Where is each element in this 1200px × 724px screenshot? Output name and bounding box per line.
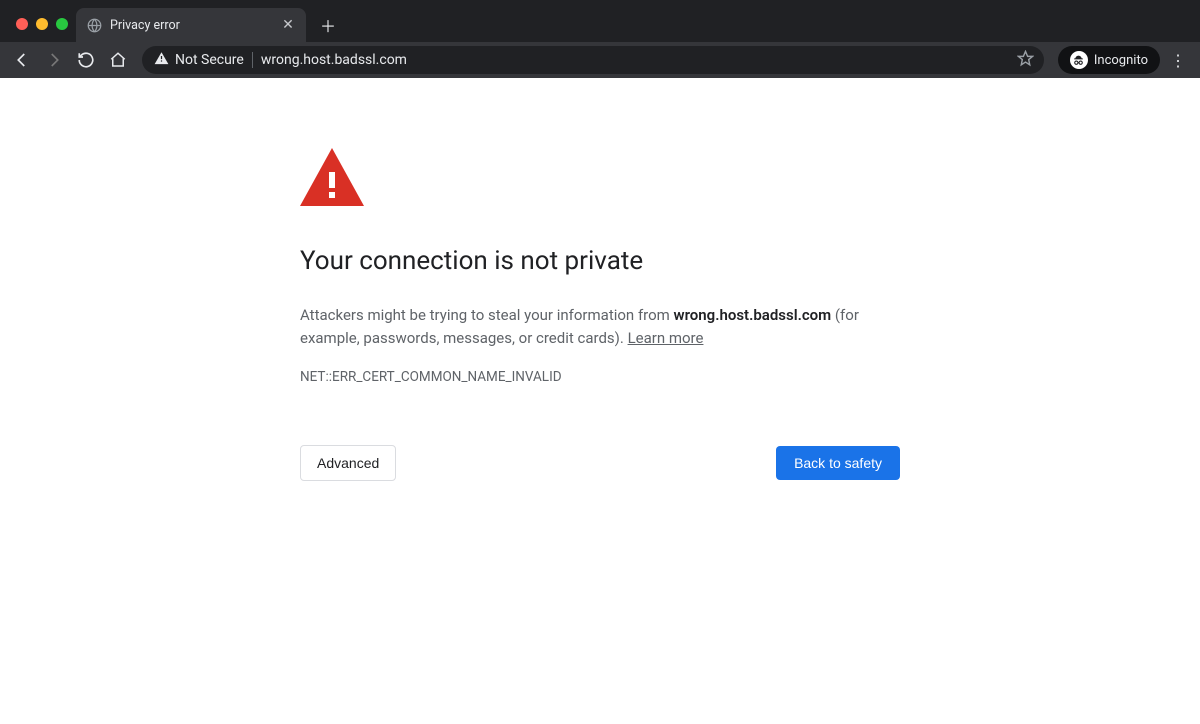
window-controls [8,18,76,42]
address-bar[interactable]: Not Secure wrong.host.badssl.com [142,46,1044,74]
new-tab-button[interactable]: ＋ [314,11,342,39]
incognito-label: Incognito [1094,53,1148,68]
tabstrip: Privacy error ✕ ＋ [0,0,1200,42]
incognito-icon [1070,51,1088,69]
window-minimize-button[interactable] [36,18,48,30]
advanced-button[interactable]: Advanced [300,445,396,481]
security-indicator[interactable]: Not Secure [154,51,244,70]
page-content: Your connection is not private Attackers… [0,78,1200,481]
incognito-indicator[interactable]: Incognito [1058,46,1160,74]
warning-body: Attackers might be trying to steal your … [300,304,900,351]
learn-more-link[interactable]: Learn more [628,329,704,347]
back-button[interactable] [8,46,36,74]
url-text: wrong.host.badssl.com [261,52,1009,68]
forward-button[interactable] [40,46,68,74]
not-secure-label: Not Secure [175,52,244,68]
ssl-warning-icon [300,148,900,210]
home-button[interactable] [104,46,132,74]
button-row: Advanced Back to safety [300,445,900,481]
browser-tab[interactable]: Privacy error ✕ [76,8,306,42]
back-to-safety-button[interactable]: Back to safety [776,446,900,480]
omnibox-separator [252,52,253,68]
window-zoom-button[interactable] [56,18,68,30]
browser-menu-button[interactable]: ⋮ [1164,51,1192,70]
window-close-button[interactable] [16,18,28,30]
warning-headline: Your connection is not private [300,246,900,276]
warning-body-host: wrong.host.badssl.com [674,306,832,324]
tab-title: Privacy error [110,18,272,33]
error-code: NET::ERR_CERT_COMMON_NAME_INVALID [300,369,900,385]
globe-icon [86,17,102,33]
warning-triangle-icon [154,51,169,70]
warning-body-prefix: Attackers might be trying to steal your … [300,306,674,324]
toolbar: Not Secure wrong.host.badssl.com Incogni… [0,42,1200,78]
reload-button[interactable] [72,46,100,74]
browser-chrome: Privacy error ✕ ＋ Not Secure wrong.host. [0,0,1200,78]
tab-close-button[interactable]: ✕ [280,17,296,33]
bookmark-star-icon[interactable] [1017,50,1034,71]
